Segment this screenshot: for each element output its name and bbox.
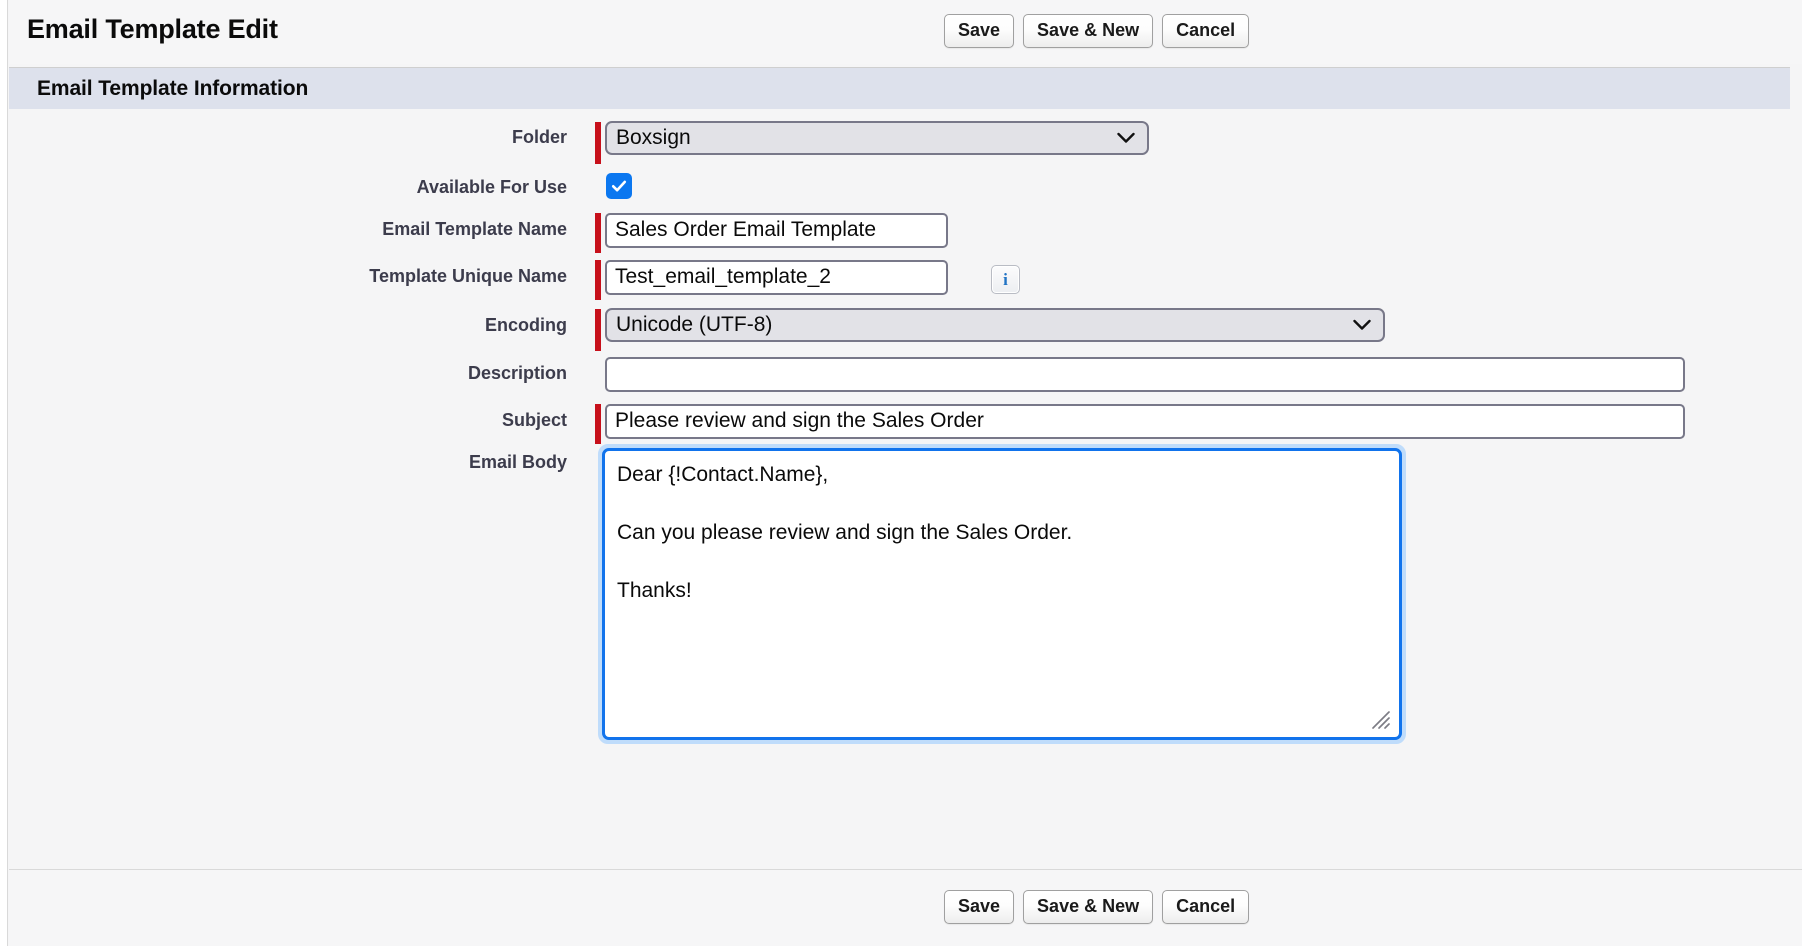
page-left-border: [0, 0, 8, 946]
description-wrapper: [605, 357, 1685, 392]
encoding-select[interactable]: Unicode (UTF-8): [605, 308, 1385, 342]
save-and-new-button-top[interactable]: Save & New: [1023, 14, 1154, 49]
cancel-button-top[interactable]: Cancel: [1162, 14, 1250, 49]
email-template-name-input[interactable]: [605, 213, 948, 248]
save-button-top[interactable]: Save: [944, 14, 1015, 49]
folder-select[interactable]: Boxsign: [605, 121, 1149, 155]
page-footer: Save Save & New Cancel: [9, 869, 1802, 946]
subject-input[interactable]: [605, 404, 1685, 439]
titlebar-button-group: Save Save & New Cancel: [944, 14, 1250, 49]
template-unique-name-input[interactable]: [605, 260, 948, 295]
checkmark-icon: [611, 180, 627, 192]
label-template-unique-name: Template Unique Name: [369, 266, 567, 286]
label-folder: Folder: [511, 127, 567, 147]
label-available-for-use: Available For Use: [416, 177, 567, 197]
label-email-template-name: Email Template Name: [382, 219, 567, 239]
subject-wrapper: [605, 404, 1685, 439]
save-and-new-button-bottom[interactable]: Save & New: [1023, 890, 1154, 925]
folder-select-wrapper: Boxsign: [605, 121, 1149, 155]
email-body-focus-ring: Dear {!Contact.Name}, Can you please rev…: [598, 444, 1406, 744]
form-area: Folder Boxsign Available For Use Email T…: [9, 109, 1802, 869]
label-email-body: Email Body: [468, 452, 567, 472]
page-title: Email Template Edit: [27, 14, 278, 44]
required-indicator-template-unique-name: [595, 260, 601, 300]
label-encoding: Encoding: [485, 315, 567, 335]
available-for-use-checkbox[interactable]: [606, 173, 632, 199]
available-for-use-checkbox-wrapper: [606, 173, 632, 199]
template-unique-name-help-wrapper: i: [991, 265, 1020, 294]
footer-button-group: Save Save & New Cancel: [944, 890, 1250, 925]
required-indicator-email-template-name: [595, 213, 601, 253]
template-unique-name-wrapper: [605, 260, 948, 295]
section-header-email-template-information: Email Template Information: [9, 67, 1790, 109]
required-indicator-folder: [595, 122, 601, 164]
cancel-button-bottom[interactable]: Cancel: [1162, 890, 1250, 925]
encoding-select-wrapper: Unicode (UTF-8): [605, 308, 1385, 342]
section-title: Email Template Information: [37, 76, 309, 100]
page-titlebar: Email Template Edit Save Save & New Canc…: [9, 0, 1802, 64]
email-body-textarea[interactable]: Dear {!Contact.Name}, Can you please rev…: [602, 448, 1402, 740]
label-subject: Subject: [501, 410, 567, 430]
info-icon[interactable]: i: [991, 265, 1020, 294]
label-description: Description: [467, 363, 567, 383]
save-button-bottom[interactable]: Save: [944, 890, 1015, 925]
required-indicator-encoding: [595, 309, 601, 351]
description-input[interactable]: [605, 357, 1685, 392]
required-indicator-subject: [595, 404, 601, 444]
email-template-edit-page: Email Template Edit Save Save & New Canc…: [0, 0, 1802, 946]
email-template-name-wrapper: [605, 213, 948, 248]
